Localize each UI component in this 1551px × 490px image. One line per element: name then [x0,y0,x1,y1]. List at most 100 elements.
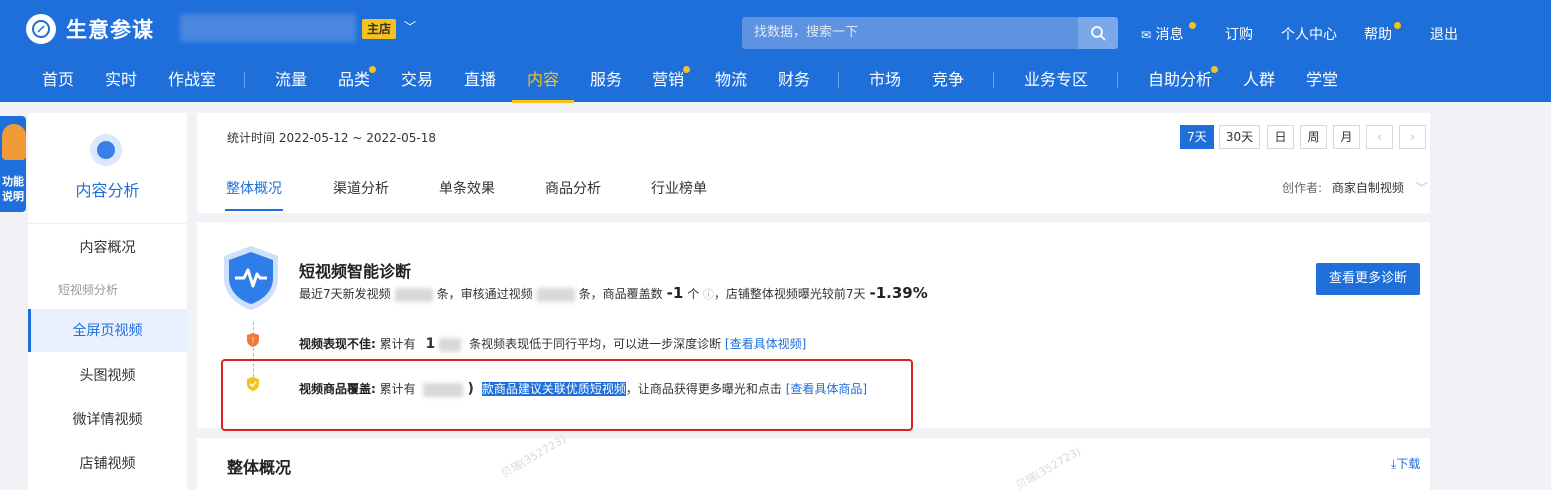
sidebar: 内容分析 内容概况 短视频分析 全屏页视频 头图视频 微详情视频 店铺视频 [28,113,187,490]
messages-label: 消息 [1155,27,1184,43]
marketing-dot [683,66,690,73]
diagnosis-title: 短视频智能诊断 [299,262,412,281]
date-month-button[interactable]: 月 [1333,125,1360,149]
feature-help-label: 功能说明 [2,175,24,203]
messages-dot [1189,22,1196,29]
blurred-value [536,287,575,302]
mascot-icon [2,124,26,160]
nav-logistics[interactable]: 物流 [715,66,747,90]
tab-active-indicator [225,209,283,211]
summary-text-5: ，店铺整体视频曝光较前7天 [713,287,866,301]
coverage-count: -1 [666,284,684,302]
mail-icon: ✉ [1141,28,1152,42]
tab-single-effect[interactable]: 单条效果 [439,178,495,198]
sidebar-item-fullscreen-video[interactable]: 全屏页视频 [28,320,187,340]
nav-marketing[interactable]: 营销 [652,66,684,90]
download-link[interactable]: ⤓下载 [1391,455,1420,472]
sidebar-group-short-video: 短视频分析 [58,283,119,297]
creator-value: 商家自制视频 [1331,181,1404,195]
tab-industry-ranking[interactable]: 行业榜单 [651,178,707,198]
poor-performance-label: 视频表现不佳: [299,337,376,351]
poor-performance-row: 视频表现不佳: 累计有 1 条视频表现低于同行平均，可以进一步深度诊断 [查看具… [299,335,806,352]
annotation-red-box [221,359,913,431]
nav-warroom[interactable]: 作战室 [168,66,216,90]
nav-competition[interactable]: 竞争 [932,66,964,90]
nav-self-analysis[interactable]: 自助分析 [1148,66,1212,90]
view-videos-link[interactable]: [查看具体视频] [725,337,806,351]
help-dot [1394,22,1401,29]
nav-category[interactable]: 品类 [338,66,370,90]
warning-shield-icon: ! [247,333,259,347]
more-diagnosis-button[interactable]: 查看更多诊断 [1316,263,1420,295]
nav-home[interactable]: 首页 [42,66,74,90]
creator-label: 创作者: [1282,181,1323,195]
nav-finance[interactable]: 财务 [778,66,810,90]
nav-traffic[interactable]: 流量 [275,66,307,90]
nav-active-indicator [512,100,574,103]
summary-text-3: 条，商品覆盖数 [578,287,663,301]
sidebar-item-detail-video[interactable]: 微详情视频 [28,409,187,429]
watermark: 贝瑞(352723) [498,432,569,481]
help-circle-icon[interactable]: ⓘ [699,288,714,301]
nav-content[interactable]: 内容 [527,66,559,90]
nav-service[interactable]: 服务 [590,66,622,90]
sidebar-title: 内容分析 [75,181,140,200]
blurred-value [439,337,462,352]
creator-select[interactable]: 创作者: 商家自制视频 ﹀ [1282,179,1428,196]
help-link[interactable]: 帮助 [1364,24,1392,44]
blurred-value [394,287,433,302]
row1-text: 条视频表现低于同行平均，可以进一步深度诊断 [469,337,722,351]
sidebar-item-overview[interactable]: 内容概况 [28,237,187,257]
main-shop-badge: 主店 [362,19,397,39]
chevron-down-icon[interactable]: ﹀ [404,18,416,35]
stat-time: 统计时间 2022-05-12 ~ 2022-05-18 [227,131,436,145]
summary-text-1: 最近7天新发视频 [299,287,391,301]
nav-academy[interactable]: 学堂 [1306,66,1338,90]
nav-trade[interactable]: 交易 [401,66,433,90]
nav-divider [1117,72,1118,88]
tab-channel[interactable]: 渠道分析 [333,178,389,198]
self-analysis-dot [1211,66,1218,73]
sidebar-item-headimg-video[interactable]: 头图视频 [28,365,187,385]
search-icon [1091,26,1106,41]
feature-help-tab[interactable]: 功能说明 [0,116,26,212]
sidebar-item-store-video[interactable]: 店铺视频 [28,453,187,473]
row1-prefix: 累计有 [379,337,416,351]
date-week-button[interactable]: 周 [1300,125,1327,149]
watermark: 贝瑞(352723) [1013,444,1084,490]
profile-link[interactable]: 个人中心 [1281,24,1337,44]
logout-link[interactable]: 退出 [1430,24,1458,44]
nav-live[interactable]: 直播 [464,66,496,90]
main-nav: 首页 实时 作战室 流量 品类 交易 直播 内容 服务 营销 物流 财务 市场 … [0,56,1551,103]
summary-text-2: 条，审核通过视频 [436,287,533,301]
diagnosis-summary: 最近7天新发视频 条，审核通过视频 条，商品覆盖数 -1 个 ⓘ，店铺整体视频曝光较前7… [299,284,932,302]
overview-card: 整体概况 贝瑞(352723) 贝瑞(352723) ⤓下载 [197,433,1430,490]
search-input[interactable]: 找数据，搜索一下 [742,17,1078,49]
tab-product-analysis[interactable]: 商品分析 [545,178,601,198]
logo-text[interactable]: 生意参谋 [66,14,154,44]
summary-text-4: 个 [687,287,700,301]
nav-market[interactable]: 市场 [869,66,901,90]
exposure-change: -1.39% [869,284,928,302]
tab-overall[interactable]: 整体概况 [226,178,282,198]
svg-text:!: ! [252,336,254,345]
download-label: 下载 [1396,457,1421,471]
content-analysis-icon [90,134,122,166]
orders-link[interactable]: 订购 [1225,24,1253,44]
nav-crowd[interactable]: 人群 [1243,66,1275,90]
date-7d-button[interactable]: 7天 [1180,125,1214,149]
nav-business-zone[interactable]: 业务专区 [1024,66,1088,90]
row1-count: 1 [425,336,436,352]
messages-link[interactable]: ✉ 消息 [1141,24,1184,44]
nav-divider [993,72,994,88]
shop-name-blurred [180,14,356,42]
search-button[interactable] [1078,17,1118,49]
prev-period-button[interactable]: ‹ [1366,125,1393,149]
chevron-down-icon: ﹀ [1415,181,1428,195]
next-period-button[interactable]: › [1399,125,1426,149]
nav-realtime[interactable]: 实时 [105,66,137,90]
date-day-button[interactable]: 日 [1267,125,1294,149]
section-title: 整体概况 [227,458,292,477]
date-30d-button[interactable]: 30天 [1219,125,1260,149]
compass-logo-icon[interactable] [26,14,56,44]
